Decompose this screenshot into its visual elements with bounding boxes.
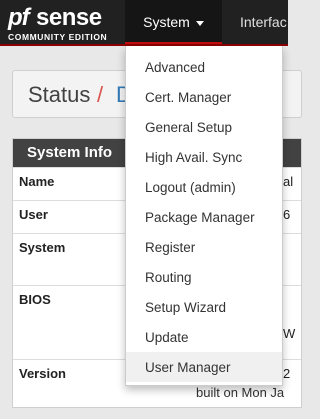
caret-down-icon <box>195 20 204 26</box>
row-label-name: Name <box>19 174 55 189</box>
row-label-system: System <box>19 240 66 255</box>
menu-item-high-avail-sync[interactable]: High Avail. Sync <box>126 142 282 172</box>
menu-item-package-manager[interactable]: Package Manager <box>126 202 282 232</box>
menu-item-register[interactable]: Register <box>126 232 282 262</box>
system-dropdown-menu: Advanced Cert. Manager General Setup Hig… <box>125 46 283 386</box>
row-label-bios: BIOS <box>19 292 51 307</box>
menu-item-update[interactable]: Update <box>126 322 282 352</box>
pfsense-logo[interactable]: pf sense COMMUNITY EDITION <box>6 4 118 42</box>
row-label-version: Version <box>19 366 66 381</box>
logo-pf-text: pf <box>8 4 30 31</box>
logo-sense-text: sense <box>36 4 102 31</box>
row-value-user: 6 <box>283 207 291 222</box>
menu-item-advanced[interactable]: Advanced <box>126 52 282 82</box>
row-value-bios: W <box>283 326 296 341</box>
menu-item-routing[interactable]: Routing <box>126 262 282 292</box>
breadcrumb-status[interactable]: Status <box>28 82 90 108</box>
nav-interfaces-menu[interactable]: Interfac <box>240 0 287 44</box>
row-value-version: 2 <box>283 366 291 381</box>
nav-system-label: System <box>143 14 190 30</box>
menu-item-setup-wizard[interactable]: Setup Wizard <box>126 292 282 322</box>
row-label-user: User <box>19 207 48 222</box>
logo-tagline: COMMUNITY EDITION <box>8 32 108 42</box>
top-navbar: pf sense COMMUNITY EDITION System Interf… <box>0 0 288 46</box>
menu-item-general-setup[interactable]: General Setup <box>126 112 282 142</box>
panel-title: System Info <box>27 144 113 161</box>
breadcrumb-separator: / <box>97 82 104 107</box>
nav-system-menu[interactable]: System <box>125 0 222 46</box>
menu-item-cert-manager[interactable]: Cert. Manager <box>126 82 282 112</box>
menu-item-logout[interactable]: Logout (admin) <box>126 172 282 202</box>
version-built-text: built on Mon Ja <box>196 385 285 400</box>
menu-item-user-manager[interactable]: User Manager <box>126 352 282 382</box>
row-value-name: al <box>283 174 294 189</box>
nav-interfaces-label: Interfac <box>240 14 287 30</box>
